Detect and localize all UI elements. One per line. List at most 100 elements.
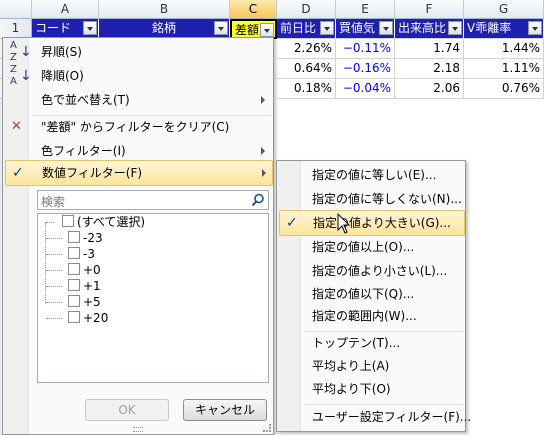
filter-dropdown-icon[interactable] — [528, 21, 542, 35]
column-header-c[interactable]: C — [230, 0, 277, 19]
menu-number-filter-label: 数値フィルター(F) — [42, 166, 143, 180]
submenu-not-equals[interactable]: 指定の値に等しくない(N)... — [280, 187, 464, 211]
cancel-button[interactable]: キャンセル — [183, 399, 267, 421]
cell-d2[interactable]: 2.26% — [277, 39, 336, 59]
submenu-less-or-equal[interactable]: 指定の値以下(Q)... — [280, 282, 464, 306]
header-prevday-label: 前日比 — [280, 21, 317, 35]
header-cell-name[interactable]: 銘柄 — [99, 19, 230, 39]
submenu-custom-filter[interactable]: ユーザー設定フィルター(F)... — [280, 405, 471, 429]
submenu-item-label: 指定の値より大きい(G)... — [313, 216, 451, 230]
submenu-greater-or-equal[interactable]: 指定の値以上(O)... — [280, 235, 464, 259]
value-list: (すべて選択) -23 -3 +0 +1 +5 +20 — [37, 213, 269, 383]
header-cell-code[interactable]: コード — [32, 19, 99, 39]
checkbox[interactable] — [62, 215, 74, 227]
header-cell-volume[interactable]: 出来高比 — [395, 19, 464, 39]
list-item-label: (すべて選択) — [77, 215, 146, 229]
submenu-item-label: 平均より下(O) — [312, 382, 391, 396]
list-item[interactable]: -23 — [40, 230, 103, 246]
ok-button[interactable]: OK — [85, 399, 169, 421]
cell-f3[interactable]: 2.18 — [395, 59, 464, 79]
column-header-b[interactable]: B — [99, 0, 230, 19]
submenu-item-label: 平均より上(A) — [312, 359, 390, 373]
checkbox[interactable] — [68, 311, 80, 323]
cell-d3[interactable]: 0.64% — [277, 59, 336, 79]
column-header-e[interactable]: E — [336, 0, 395, 19]
sort-asc-arrow-icon: ↓ — [20, 44, 32, 60]
column-header-g[interactable]: G — [464, 0, 544, 19]
submenu-equals[interactable]: 指定の値に等しい(E)... — [280, 163, 464, 187]
sort-desc-icon[interactable] — [320, 21, 334, 35]
menu-number-filter[interactable]: ✓ 数値フィルター(F) — [5, 160, 273, 186]
number-filter-submenu: 指定の値に等しい(E)... 指定の値に等しくない(N)... ✓ 指定の値より… — [276, 160, 471, 432]
cell-g3[interactable]: 1.11% — [464, 59, 544, 79]
submenu-arrow-icon — [261, 96, 265, 104]
column-header-d[interactable]: D — [277, 0, 336, 19]
cell-f2[interactable]: 1.74 — [395, 39, 464, 59]
list-item[interactable]: +0 — [40, 262, 101, 278]
sort-desc-arrow-icon: ↓ — [20, 68, 32, 84]
submenu-item-label: 指定の値より小さい(L)... — [312, 264, 448, 278]
column-header-a[interactable]: A — [32, 0, 99, 19]
sort-desc-icon: ZA — [10, 64, 17, 87]
column-header-f[interactable]: F — [395, 0, 464, 19]
menu-sort-by-color[interactable]: 色で並べ替え(T) — [7, 88, 271, 112]
filter-dropdown-icon[interactable] — [214, 21, 228, 35]
list-item[interactable]: +1 — [40, 278, 101, 294]
cell-d4[interactable]: 0.18% — [277, 79, 336, 99]
search-placeholder: 検索 — [41, 195, 66, 209]
submenu-below-average[interactable]: 平均より下(O) — [280, 377, 464, 401]
mouse-cursor-icon — [337, 213, 351, 234]
submenu-item-label: トップテン(T)... — [312, 336, 401, 350]
header-cell-vdev[interactable]: V乖離率 — [464, 19, 544, 39]
checkbox[interactable] — [68, 263, 80, 275]
checkbox[interactable] — [68, 279, 80, 291]
header-name-label: 銘柄 — [151, 21, 176, 35]
list-item[interactable]: +5 — [40, 294, 101, 310]
cell-g2[interactable]: 1.44% — [464, 39, 544, 59]
menu-clear-filter[interactable]: ✕ "差額" からフィルターをクリア(C) — [7, 115, 271, 139]
filter-active-icon[interactable] — [260, 23, 274, 37]
checkbox[interactable] — [68, 231, 80, 243]
menu-sort-asc[interactable]: AZ ↓ 昇順(S) — [7, 40, 271, 64]
list-item[interactable]: (すべて選択) — [40, 214, 145, 230]
corner-header[interactable] — [0, 0, 32, 19]
submenu-top-ten[interactable]: トップテン(T)... — [280, 331, 464, 355]
search-input[interactable]: 検索 — [37, 190, 269, 210]
menu-sort-desc-label: 降順(O) — [41, 69, 84, 83]
list-item-label: +0 — [83, 263, 101, 277]
header-volume-label: 出来高比 — [398, 21, 447, 35]
cell-e3[interactable]: −0.16% — [336, 59, 395, 79]
checkmark-icon: ✓ — [12, 165, 24, 181]
autofilter-menu: AZ ↓ 昇順(S) ZA ↓ 降順(O) 色で並べ替え(T) ✕ "差額" か… — [2, 37, 274, 435]
sort-asc-icon: AZ — [10, 40, 17, 63]
submenu-above-average[interactable]: 平均より上(A) — [280, 354, 464, 378]
list-item-label: +5 — [83, 295, 101, 309]
submenu-greater-than[interactable]: ✓ 指定の値より大きい(G)... — [279, 210, 465, 236]
filter-dropdown-icon[interactable] — [83, 21, 97, 35]
submenu-item-label: ユーザー設定フィルター(F)... — [312, 410, 472, 424]
cell-e2[interactable]: −0.11% — [336, 39, 395, 59]
resize-grip-corner-icon[interactable] — [263, 424, 271, 432]
list-item[interactable]: +20 — [40, 310, 108, 326]
list-item[interactable]: -3 — [40, 246, 95, 262]
filter-dropdown-icon[interactable] — [379, 21, 393, 35]
submenu-item-label: 指定の範囲内(W)... — [312, 309, 417, 323]
header-diff-label: 差額 — [235, 23, 260, 37]
submenu-between[interactable]: 指定の範囲内(W)... — [280, 304, 464, 328]
cell-g4[interactable]: 0.76% — [464, 79, 544, 99]
menu-sort-desc[interactable]: ZA ↓ 降順(O) — [7, 64, 271, 88]
submenu-less-than[interactable]: 指定の値より小さい(L)... — [280, 259, 464, 283]
filter-dropdown-icon[interactable] — [448, 21, 462, 35]
row-header-1[interactable]: 1 — [0, 19, 32, 39]
checkbox[interactable] — [68, 295, 80, 307]
header-cell-diff[interactable]: 差額 — [230, 19, 277, 39]
checkbox[interactable] — [68, 247, 80, 259]
cell-e4[interactable]: −0.04% — [336, 79, 395, 99]
cell-f4[interactable]: 2.06 — [395, 79, 464, 99]
header-bid-label: 買値気 — [339, 21, 376, 35]
header-vdev-label: V乖離率 — [467, 21, 512, 35]
menu-sort-color-label: 色で並べ替え(T) — [41, 93, 130, 107]
resize-grip-icon[interactable] — [133, 427, 143, 432]
header-cell-bid[interactable]: 買値気 — [336, 19, 395, 39]
header-cell-prevday[interactable]: 前日比 — [277, 19, 336, 39]
